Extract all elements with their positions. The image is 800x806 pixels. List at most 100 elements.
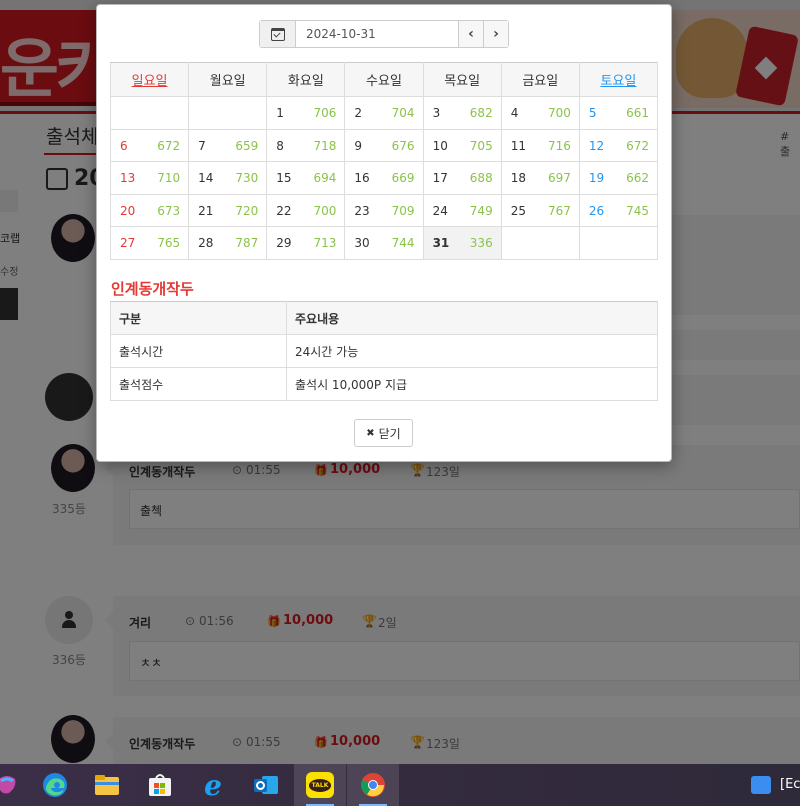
calendar-day-cell[interactable]: 7 659 [188,128,268,163]
calendar-day-cell[interactable]: 12 672 [578,128,659,163]
calendar-day-cell[interactable]: 24 749 [422,193,502,228]
day-number: 6 [120,138,128,153]
table-row: 출석점수 출석시 10,000P 지급 [110,367,658,401]
date-input[interactable] [296,21,458,47]
weekday-saturday[interactable]: 토요일 [578,62,659,97]
calendar-day-cell[interactable]: 28 787 [188,226,268,260]
day-number: 23 [354,203,370,218]
day-number: 18 [510,171,526,186]
day-number: 22 [276,203,292,218]
attendance-count: 688 [469,171,493,186]
calendar-day-cell[interactable]: 6 672 [109,128,190,163]
attendance-count: 710 [157,171,181,186]
close-button[interactable]: ✖ 닫기 [354,419,413,447]
table-row: 출석시간 24시간 가능 [110,334,658,368]
rules-cell: 출석점수 [110,367,287,401]
calendar-day-cell[interactable]: 23 709 [344,193,424,228]
calendar-day-cell[interactable]: 31 336 [422,226,502,260]
date-picker: ‹ › [259,20,509,48]
kakaotalk-icon[interactable]: TALK [305,770,335,800]
day-number: 16 [354,171,370,186]
taskbar-window-title[interactable]: [Ec [780,777,800,792]
day-number: 14 [198,171,214,186]
calendar-day-cell[interactable]: 21 720 [188,193,268,228]
calendar-day-cell[interactable]: 10 705 [422,128,502,163]
attendance-count: 744 [391,236,415,251]
calendar-day-cell[interactable]: 14 730 [188,161,268,195]
app-tray-icon[interactable] [746,770,776,800]
calendar-day-cell[interactable]: 20 673 [109,193,190,228]
day-number: 7 [198,138,206,153]
day-number: 11 [510,138,526,153]
calendar-day-cell[interactable]: 5 661 [578,96,659,130]
calendar-day-cell[interactable]: 17 688 [422,161,502,195]
rules-header-content: 주요내용 [286,301,658,335]
calendar-day-cell[interactable]: 18 697 [500,161,580,195]
outlook-icon[interactable] [251,770,281,800]
weekday-thursday: 목요일 [422,62,502,97]
day-number: 2 [354,106,363,120]
rules-cell: 24시간 가능 [286,334,658,368]
chrome-icon[interactable] [358,770,388,800]
calendar-check-icon[interactable] [260,21,296,47]
day-number: 28 [198,236,214,251]
calendar-day-cell[interactable]: 26 745 [578,193,659,228]
calendar-day-cell[interactable]: 3 682 [422,96,502,130]
rules-cell: 출석시 10,000P 지급 [286,367,658,401]
calendar-day-cell[interactable]: 1 706 [266,96,346,130]
calendar-day-cell[interactable]: 4 700 [500,96,580,130]
internet-explorer-icon[interactable]: e [198,769,228,802]
calendar-day-cell[interactable]: 27 765 [109,226,190,260]
rules-title: 인계동개작두 [111,280,194,298]
copilot-icon[interactable] [0,770,22,800]
rules-table: 구분 주요내용 출석시간 24시간 가능 출석점수 출석시 10,000P 지급 [110,301,658,401]
edge-icon[interactable] [40,770,70,800]
attendance-count: 336 [469,236,493,251]
day-number: 1 [276,106,284,120]
day-number: 3 [432,106,441,120]
calendar-week-row: 20 673 21 720 22 700 23 709 24 749 25 767 26 745 [109,193,659,228]
attendance-count: 704 [391,106,415,120]
calendar-day-cell[interactable]: 30 744 [344,226,424,260]
calendar-day-cell[interactable]: 13 710 [109,161,190,195]
attendance-count: 672 [157,138,181,153]
calendar-day-cell[interactable]: 29 713 [266,226,346,260]
calendar-day-cell[interactable]: 9 676 [344,128,424,163]
day-number: 12 [588,138,605,153]
day-number: 29 [276,236,292,251]
file-explorer-icon[interactable] [92,770,122,800]
day-number: 25 [510,203,526,218]
weekday-sunday[interactable]: 일요일 [109,62,190,97]
calendar-empty-cell [500,226,580,260]
calendar-day-cell[interactable]: 11 716 [500,128,580,163]
attendance-count: 718 [313,138,337,153]
attendance-count: 720 [235,203,259,218]
calendar-week-row: 1 706 2 704 3 682 4 700 5 661 [109,96,659,130]
day-number: 4 [510,106,519,120]
day-number: 5 [588,106,597,120]
calendar-day-cell[interactable]: 8 718 [266,128,346,163]
attendance-count: 659 [235,138,259,153]
calendar-day-cell[interactable]: 15 694 [266,161,346,195]
weekday-tuesday: 화요일 [266,62,346,97]
day-number: 21 [198,203,214,218]
attendance-count: 672 [626,138,649,153]
calendar-day-cell[interactable]: 19 662 [578,161,659,195]
calendar-day-cell[interactable]: 25 767 [500,193,580,228]
prev-month-button[interactable]: ‹ [458,21,483,47]
calendar-day-cell[interactable]: 22 700 [266,193,346,228]
day-number: 13 [120,171,136,186]
next-month-button[interactable]: › [483,21,508,47]
attendance-count: 705 [469,138,493,153]
close-icon: ✖ [366,427,375,439]
attendance-count: 745 [626,203,649,218]
rules-header-row: 구분 주요내용 [110,301,658,335]
attendance-count: 669 [391,171,415,186]
day-number: 26 [588,203,605,218]
day-number: 19 [588,171,605,186]
calendar-day-cell[interactable]: 2 704 [344,96,424,130]
calendar-day-cell[interactable]: 16 669 [344,161,424,195]
attendance-count: 713 [313,236,337,251]
microsoft-store-icon[interactable] [145,770,175,800]
attendance-count: 700 [547,106,571,120]
